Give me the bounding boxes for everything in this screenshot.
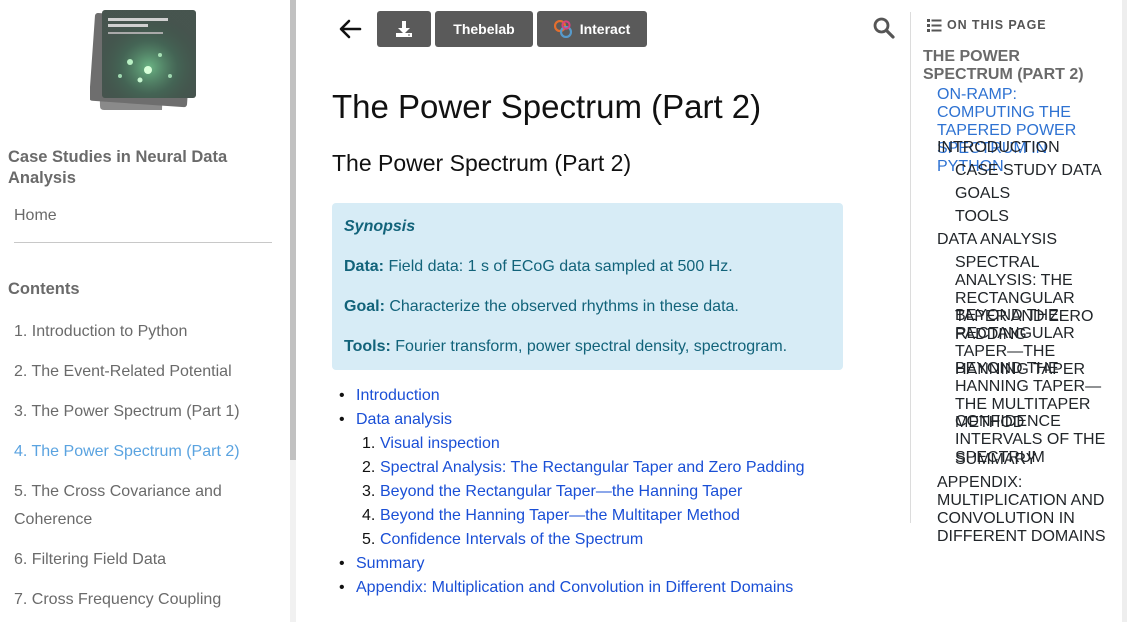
sidebar-item-cross-frequency-coupling[interactable]: 7. Cross Frequency Coupling <box>14 586 279 614</box>
synopsis-tools: Tools: Fourier transform, power spectral… <box>344 337 831 356</box>
synopsis-tools-label: Tools: <box>344 338 391 355</box>
sidebar-item-filtering-field-data[interactable]: 6. Filtering Field Data <box>14 546 279 574</box>
link-multitaper-method[interactable]: Beyond the Hanning Taper—the Multitaper … <box>380 507 740 524</box>
sub-item-number: 2. <box>362 459 376 476</box>
on-this-page-label: ON THIS PAGE <box>947 18 1047 32</box>
list-icon <box>927 18 942 32</box>
list-item: Introduction <box>339 384 805 408</box>
page-contents-links: Introduction Data analysis 1.Visual insp… <box>339 384 805 600</box>
otp-item-data-analysis[interactable]: DATA ANALYSIS <box>937 231 1112 249</box>
sidebar-item-introduction-to-python[interactable]: 1. Introduction to Python <box>14 318 279 346</box>
sidebar-item-power-spectrum-part-2[interactable]: 4. The Power Spectrum (Part 2) <box>14 438 279 466</box>
sub-list-item: 2. Spectral Analysis: The Rectangular Tap… <box>362 456 805 480</box>
list-item: Data analysis 1.Visual inspection 2.Spec… <box>339 408 805 552</box>
jupyter-icon <box>553 20 572 38</box>
sub-list-item: 5. Confidence Intervals of the Spectrum <box>362 528 805 552</box>
right-panel-divider <box>910 12 911 523</box>
link-confidence-intervals[interactable]: Confidence Intervals of the Spectrum <box>380 531 643 548</box>
synopsis-tools-text: Fourier transform, power spectral densit… <box>395 338 788 355</box>
otp-item-power-spectrum-part-2[interactable]: THE POWER SPECTRUM (PART 2) <box>923 48 1113 84</box>
synopsis-goal-text: Characterize the observed rhythms in the… <box>389 298 739 315</box>
sub-item-number: 5. <box>362 531 376 548</box>
on-this-page-heading: ON THIS PAGE <box>927 18 1046 32</box>
interact-label: Interact <box>579 21 631 37</box>
link-data-analysis[interactable]: Data analysis <box>356 411 452 428</box>
sidebar-scrollbar-thumb[interactable] <box>290 0 296 460</box>
page-title: The Power Spectrum (Part 2) <box>332 88 762 125</box>
sidebar-item-power-spectrum-part-1[interactable]: 3. The Power Spectrum (Part 1) <box>14 398 279 426</box>
sub-list-item: 1. Visual inspection <box>362 432 805 456</box>
book-title[interactable]: Case Studies in Neural Data Analysis <box>8 147 278 189</box>
link-introduction[interactable]: Introduction <box>356 387 440 404</box>
download-button[interactable] <box>377 11 431 47</box>
synopsis-goal-label: Goal: <box>344 298 385 315</box>
sidebar: Case Studies in Neural Data Analysis Hom… <box>0 0 290 622</box>
sidebar-divider <box>14 242 272 243</box>
book-cover-logo[interactable] <box>89 10 200 112</box>
link-appendix[interactable]: Appendix: Multiplication and Convolution… <box>356 579 793 596</box>
sidebar-toc: 1. Introduction to Python 2. The Event-R… <box>14 318 279 622</box>
sub-item-number: 4. <box>362 507 376 524</box>
sub-item-number: 1. <box>362 435 376 452</box>
thebelab-button[interactable]: Thebelab <box>435 11 533 47</box>
synopsis-data-text: Field data: 1 s of ECoG data sampled at … <box>388 258 733 275</box>
list-item: Summary <box>339 552 805 576</box>
arrow-left-icon <box>339 19 362 39</box>
search-icon[interactable] <box>872 16 896 40</box>
sub-list-item: 4. Beyond the Hanning Taper—the Multitape… <box>362 504 805 528</box>
page-subtitle: The Power Spectrum (Part 2) <box>332 150 632 176</box>
link-rectangular-taper[interactable]: Spectral Analysis: The Rectangular Taper… <box>380 459 805 476</box>
synopsis-data-label: Data: <box>344 258 385 275</box>
otp-item-introduction[interactable]: INTRODUCTION <box>937 139 1112 157</box>
link-visual-inspection[interactable]: Visual inspection <box>380 435 500 452</box>
otp-item-goals[interactable]: GOALS <box>955 185 1113 203</box>
page-scrollbar-track[interactable] <box>1122 0 1127 622</box>
toolbar: Thebelab Interact <box>332 11 651 47</box>
link-summary[interactable]: Summary <box>356 555 424 572</box>
list-item: Appendix: Multiplication and Convolution… <box>339 576 805 600</box>
sidebar-item-event-related-potential[interactable]: 2. The Event-Related Potential <box>14 358 279 386</box>
otp-item-appendix[interactable]: APPENDIX: MULTIPLICATION AND CONVOLUTION… <box>937 474 1112 546</box>
synopsis-goal: Goal: Characterize the observed rhythms … <box>344 297 831 316</box>
synopsis-box: Synopsis Data: Field data: 1 s of ECoG d… <box>332 203 843 370</box>
link-hanning-taper[interactable]: Beyond the Rectangular Taper—the Hanning… <box>380 483 742 500</box>
synopsis-title: Synopsis <box>344 218 416 235</box>
otp-item-case-study-data[interactable]: CASE STUDY DATA <box>955 162 1113 180</box>
data-analysis-sublist: 1. Visual inspection 2. Spectral Analysis:… <box>362 432 805 552</box>
otp-item-summary[interactable]: SUMMARY <box>955 451 1113 469</box>
synopsis-data: Data: Field data: 1 s of ECoG data sampl… <box>344 257 831 276</box>
contents-heading: Contents <box>8 280 80 298</box>
sub-item-number: 3. <box>362 483 376 500</box>
download-icon <box>396 21 412 37</box>
interact-button[interactable]: Interact <box>537 11 647 47</box>
back-button[interactable] <box>332 11 368 47</box>
home-link[interactable]: Home <box>14 207 57 225</box>
sub-list-item: 3. Beyond the Rectangular Taper—the Hanni… <box>362 480 805 504</box>
sidebar-item-cross-covariance-coherence[interactable]: 5. The Cross Covariance and Coherence <box>14 478 279 534</box>
otp-item-tools[interactable]: TOOLS <box>955 208 1113 226</box>
